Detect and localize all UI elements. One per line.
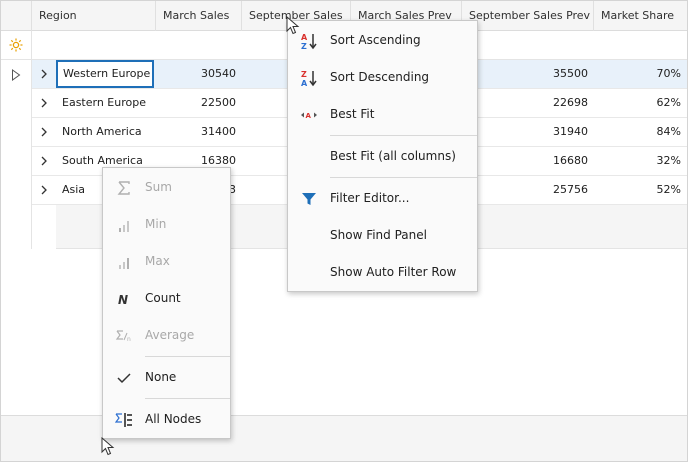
- market-share-cell[interactable]: 70%: [594, 60, 687, 88]
- september-sales-prev-cell[interactable]: 35500: [462, 60, 594, 88]
- mouse-cursor-icon: [101, 437, 115, 456]
- count-n-icon: N: [118, 293, 128, 307]
- min-bars-icon: [119, 221, 129, 232]
- menu-item-sum[interactable]: Sum: [103, 169, 230, 206]
- menu-item-label: Sum: [145, 180, 172, 194]
- menu-item-label: Min: [145, 217, 167, 231]
- menu-item-filter-editor[interactable]: Filter Editor...: [288, 180, 477, 217]
- market-share-cell[interactable]: 62%: [594, 89, 687, 117]
- menu-item-count[interactable]: N Count: [103, 280, 230, 317]
- menu-separator: [330, 177, 477, 178]
- region-cell[interactable]: Eastern Europe: [56, 89, 156, 117]
- max-bars-icon: [119, 258, 129, 269]
- march-sales-cell[interactable]: 30540: [156, 60, 242, 88]
- column-header-region[interactable]: Region: [32, 1, 156, 31]
- average-icon: n: [115, 330, 131, 343]
- svg-text:N: N: [118, 293, 128, 307]
- region-cell[interactable]: North America: [56, 118, 156, 146]
- summary-context-menu: Sum Min Max N Count n Average None All N…: [102, 167, 231, 439]
- svg-text:n: n: [127, 336, 131, 343]
- svg-text:A: A: [301, 79, 308, 87]
- best-fit-icon: A: [301, 112, 317, 120]
- svg-text:A: A: [306, 112, 312, 120]
- expand-chevron-icon[interactable]: [38, 97, 50, 109]
- svg-text:Z: Z: [301, 42, 307, 50]
- column-context-menu: A Z Sort Ascending Z A Sort Descending A…: [287, 20, 478, 292]
- menu-item-label: Count: [145, 291, 181, 305]
- expand-chevron-icon[interactable]: [38, 155, 50, 167]
- menu-item-label: Best Fit: [330, 107, 375, 121]
- menu-item-label: Filter Editor...: [330, 191, 410, 205]
- expand-chevron-icon[interactable]: [38, 126, 50, 138]
- row-indicator-column: [1, 31, 32, 249]
- svg-text:Z: Z: [301, 70, 307, 79]
- menu-separator: [145, 398, 230, 399]
- menu-item-max[interactable]: Max: [103, 243, 230, 280]
- market-share-cell[interactable]: 52%: [594, 176, 687, 204]
- menu-item-label: Sort Ascending: [330, 33, 421, 47]
- checkmark-icon: [117, 373, 131, 384]
- sort-ascending-icon: A Z: [301, 33, 317, 50]
- menu-item-show-auto-filter-row[interactable]: Show Auto Filter Row: [288, 254, 477, 291]
- column-header-september-sales-prev[interactable]: September Sales Prev: [462, 1, 594, 31]
- march-sales-cell[interactable]: 31400: [156, 118, 242, 146]
- sort-descending-icon: Z A: [301, 70, 317, 87]
- march-sales-cell[interactable]: 22500: [156, 89, 242, 117]
- menu-item-label: None: [145, 370, 177, 384]
- all-nodes-icon: [115, 413, 132, 427]
- column-header-march-sales[interactable]: March Sales: [156, 1, 242, 31]
- menu-item-show-find-panel[interactable]: Show Find Panel: [288, 217, 477, 254]
- menu-item-label: Show Find Panel: [330, 228, 427, 242]
- sum-icon: [117, 181, 130, 195]
- menu-item-best-fit[interactable]: A Best Fit: [288, 96, 477, 133]
- mouse-cursor-icon: [286, 16, 300, 35]
- menu-separator: [145, 356, 230, 357]
- september-sales-prev-cell[interactable]: 22698: [462, 89, 594, 117]
- menu-item-label: Sort Descending: [330, 70, 430, 84]
- menu-item-sort-descending[interactable]: Z A Sort Descending: [288, 59, 477, 96]
- menu-item-label: Max: [145, 254, 170, 268]
- menu-item-label: All Nodes: [145, 412, 202, 426]
- menu-item-all-nodes[interactable]: All Nodes: [103, 401, 230, 438]
- menu-item-best-fit-all-columns[interactable]: Best Fit (all columns): [288, 138, 477, 175]
- menu-item-average[interactable]: n Average: [103, 317, 230, 354]
- september-sales-prev-cell[interactable]: 16680: [462, 147, 594, 175]
- column-header-market-share[interactable]: Market Share: [594, 1, 687, 31]
- menu-item-sort-ascending[interactable]: A Z Sort Ascending: [288, 22, 477, 59]
- september-sales-prev-cell[interactable]: 31940: [462, 118, 594, 146]
- menu-item-label: Show Auto Filter Row: [330, 265, 457, 279]
- region-cell[interactable]: Western Europe: [56, 60, 154, 88]
- menu-item-label: Average: [145, 328, 195, 342]
- filter-funnel-icon: [302, 193, 316, 205]
- svg-text:A: A: [301, 33, 308, 42]
- expand-chevron-icon[interactable]: [38, 184, 50, 196]
- menu-item-none[interactable]: None: [103, 359, 230, 396]
- september-sales-prev-cell[interactable]: 25756: [462, 176, 594, 204]
- expand-chevron-icon[interactable]: [38, 68, 50, 80]
- menu-item-min[interactable]: Min: [103, 206, 230, 243]
- menu-separator: [330, 135, 477, 136]
- menu-item-label: Best Fit (all columns): [330, 149, 456, 163]
- market-share-cell[interactable]: 32%: [594, 147, 687, 175]
- header-indicator-cell: [1, 1, 32, 31]
- market-share-cell[interactable]: 84%: [594, 118, 687, 146]
- focused-row-indicator-icon: [12, 69, 21, 81]
